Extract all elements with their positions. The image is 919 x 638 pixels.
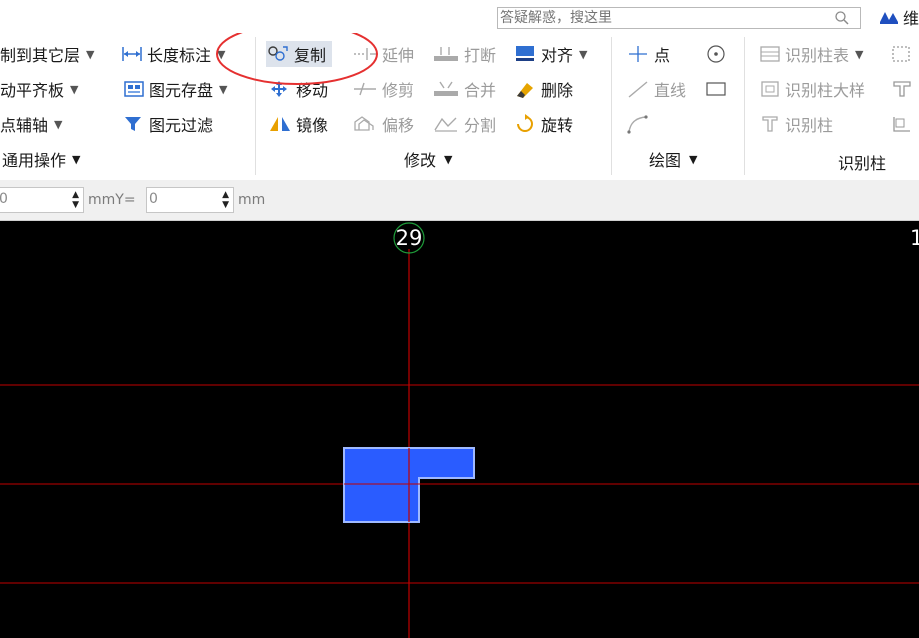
brand-logo[interactable]: 维 bbox=[878, 4, 919, 30]
canvas-svg[interactable] bbox=[0, 221, 919, 638]
search-icon[interactable] bbox=[834, 10, 850, 26]
x-spinner-icon[interactable]: ▲ ▼ bbox=[72, 190, 79, 210]
x-unit-label: mmY= bbox=[88, 192, 136, 208]
y-offset-field[interactable]: ▲▼ bbox=[146, 187, 234, 213]
x-offset-field[interactable]: ▲▼ bbox=[0, 187, 84, 213]
drawing-canvas[interactable]: 29 1 bbox=[0, 221, 919, 638]
highlight-annotation bbox=[216, 33, 378, 85]
y-offset-input[interactable] bbox=[149, 191, 211, 207]
ribbon-toolbar: 制到其它层 ▼ 动平齐板 ▼ 点辅轴 ▼ 通用操作 ▼ 长度标注 ▼ 图元存盘 ▼ 图元过滤… bbox=[0, 33, 919, 181]
x-offset-input[interactable] bbox=[0, 191, 61, 207]
y-spinner-icon[interactable]: ▲ ▼ bbox=[222, 190, 229, 210]
brand-icon bbox=[880, 12, 898, 24]
axis-number-label-right: 1 bbox=[910, 226, 919, 250]
search-box[interactable] bbox=[497, 7, 861, 29]
y-unit-label: mm bbox=[238, 192, 266, 208]
brand-label: 维 bbox=[903, 9, 919, 28]
search-input[interactable] bbox=[500, 9, 820, 27]
axis-number-label: 29 bbox=[395, 226, 423, 250]
highlight-ellipse bbox=[216, 33, 378, 85]
coordinate-bar bbox=[0, 180, 919, 221]
